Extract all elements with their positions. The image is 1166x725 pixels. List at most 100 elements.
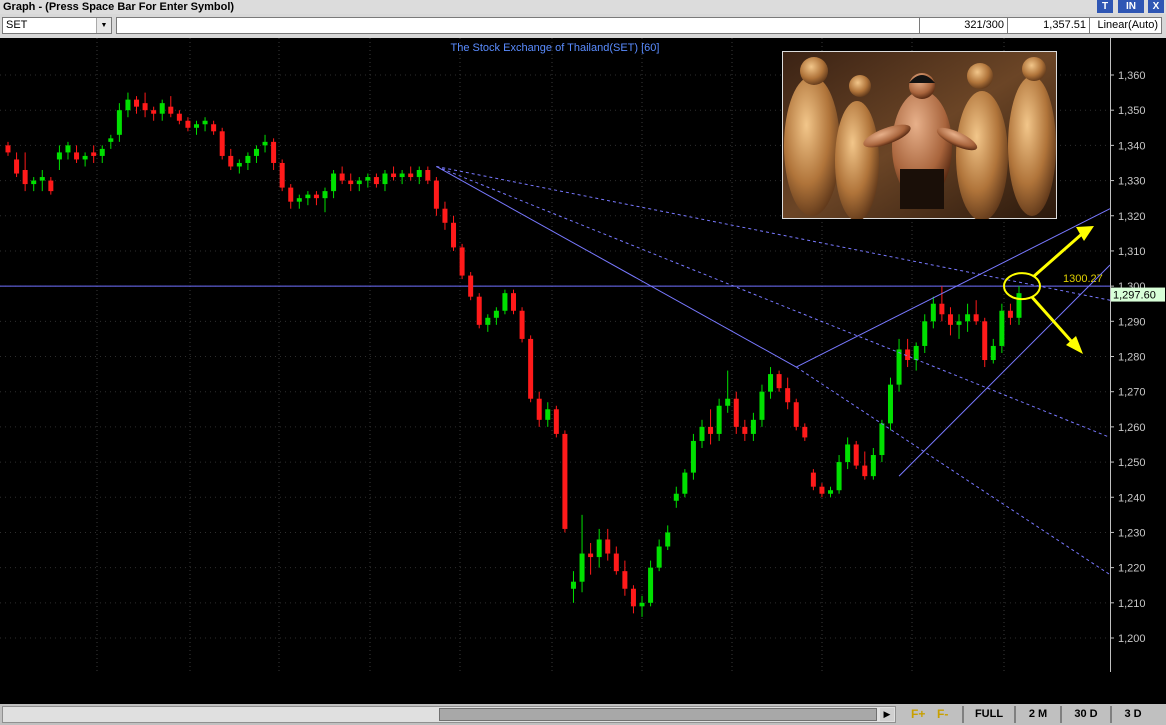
candle-body (965, 314, 971, 322)
period-3d-button[interactable]: 3 D (1110, 706, 1154, 723)
candle-body (262, 141, 268, 146)
candle-body (408, 173, 414, 178)
candle-body (116, 110, 122, 135)
candle-body (271, 141, 277, 163)
candle-body (828, 490, 834, 494)
candle-body (82, 155, 88, 160)
trendline (436, 166, 797, 368)
candle-body (622, 571, 628, 589)
candle-body (74, 152, 80, 160)
candle-body (416, 170, 422, 178)
candle-body (22, 170, 28, 185)
candle-body (845, 444, 851, 463)
candle-body (1007, 310, 1013, 318)
candle-body (716, 405, 722, 434)
candle-body (91, 152, 97, 156)
candle-body (853, 444, 859, 466)
candle-body (339, 173, 345, 181)
y-tick-label: 1,270 (1118, 387, 1146, 399)
chevron-down-icon[interactable]: ▼ (96, 18, 111, 33)
candle-body (528, 338, 534, 399)
candle-body (296, 198, 302, 202)
candle-body (630, 588, 636, 607)
candle-body (999, 310, 1005, 346)
candle-body (142, 103, 148, 111)
candle-body (202, 120, 208, 125)
zoom-in-button[interactable]: F+ (911, 707, 925, 722)
candle-body (193, 124, 199, 128)
candle-body (605, 539, 611, 554)
candle-body (588, 553, 594, 558)
candle-body (228, 155, 234, 167)
candle-body (108, 138, 114, 142)
candle-body (382, 173, 388, 185)
candle-body (922, 321, 928, 346)
decorative-photo (782, 51, 1057, 219)
candle-body (982, 321, 988, 361)
candle-body (459, 247, 465, 276)
candle-body (168, 106, 174, 114)
candle-body (562, 433, 568, 529)
candle-body (887, 384, 893, 424)
y-tick-label: 1,250 (1118, 457, 1146, 469)
candle-body (442, 208, 448, 223)
candle-body (365, 177, 371, 181)
candle-body (613, 553, 619, 572)
close-button[interactable]: X (1148, 0, 1164, 13)
up-arrow (1033, 231, 1084, 278)
candle-body (819, 486, 825, 494)
candle-body (879, 423, 885, 456)
candle-body (56, 152, 62, 160)
status-bar: ▶ F+ F- FULL 2 M 30 D 3 D (0, 704, 1166, 725)
last-value-readout: 1,357.51 (1007, 18, 1089, 33)
candle-body (930, 303, 936, 322)
candle-body (151, 110, 157, 114)
candle-body (39, 177, 45, 181)
text-mode-button[interactable]: T (1097, 0, 1113, 13)
candle-body (579, 553, 585, 582)
candle-body (750, 419, 756, 434)
candle-body (236, 162, 242, 167)
candle-body (211, 124, 217, 132)
scrollbar-thumb[interactable] (439, 708, 877, 721)
symbol-combobox[interactable]: SET ▼ (2, 17, 112, 34)
period-full-button[interactable]: FULL (962, 706, 1014, 723)
candle-body (973, 314, 979, 322)
period-30d-button[interactable]: 30 D (1060, 706, 1110, 723)
candle-body (545, 409, 551, 420)
candle-body (939, 303, 945, 315)
horizontal-scrollbar[interactable]: ▶ (2, 706, 896, 723)
candle-body (425, 170, 431, 181)
period-2m-button[interactable]: 2 M (1014, 706, 1060, 723)
last-price-label: 1,297.60 (1113, 290, 1156, 302)
candle-body (793, 402, 799, 427)
candle-body (476, 296, 482, 325)
candle-body (759, 391, 765, 420)
candle-body (348, 180, 354, 185)
candle-body (725, 398, 731, 406)
scroll-right-icon[interactable]: ▶ (880, 708, 894, 721)
symbol-value: SET (6, 19, 28, 31)
candle-body (502, 293, 508, 311)
indicator-button[interactable]: IN (1118, 0, 1144, 13)
candle-body (313, 194, 319, 199)
candle-body (570, 581, 576, 589)
candle-body (862, 465, 868, 477)
candle-body (185, 120, 191, 128)
candle-body (682, 472, 688, 494)
candle-body (493, 310, 499, 318)
candle-body (134, 99, 140, 107)
count-readout: 321/300 (919, 18, 1007, 33)
candle-body (913, 345, 919, 361)
candle-body (990, 345, 996, 361)
candle-body (288, 187, 294, 202)
candle-body (253, 148, 259, 156)
candle-body (673, 493, 679, 501)
candle-body (305, 194, 311, 199)
zoom-out-button[interactable]: F- (937, 707, 948, 722)
y-tick-label: 1,360 (1118, 70, 1146, 82)
y-tick-label: 1,340 (1118, 140, 1146, 152)
candle-body (219, 131, 225, 156)
scale-mode-button[interactable]: Linear(Auto) (1089, 18, 1161, 33)
candle-body (485, 317, 491, 325)
